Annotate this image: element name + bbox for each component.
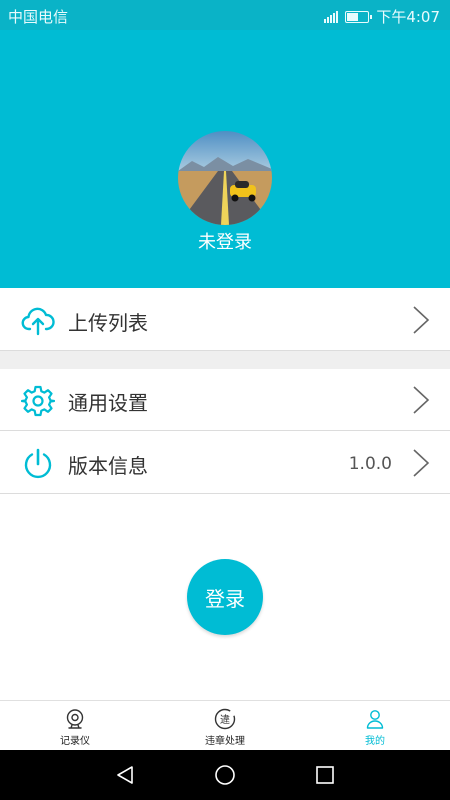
gear-icon bbox=[21, 385, 55, 417]
tab-label: 我的 bbox=[365, 736, 385, 747]
menu-item-upload-list[interactable]: 上传列表 bbox=[0, 289, 450, 351]
menu-item-label: 上传列表 bbox=[68, 311, 148, 335]
menu-item-version-info[interactable]: 版本信息 1.0.0 bbox=[0, 432, 450, 494]
chevron-right-icon bbox=[413, 386, 430, 414]
chevron-right-icon bbox=[413, 306, 430, 334]
signal-icon bbox=[324, 10, 339, 23]
status-icons: 下午4:07 bbox=[324, 6, 440, 27]
power-icon bbox=[24, 448, 52, 479]
login-button[interactable]: 登录 bbox=[187, 559, 263, 635]
chevron-right-icon bbox=[413, 449, 430, 477]
dashcam-icon bbox=[66, 709, 84, 729]
svg-text:違: 違 bbox=[220, 713, 230, 726]
menu-item-general-settings[interactable]: 通用设置 bbox=[0, 369, 450, 431]
cloud-upload-icon bbox=[21, 307, 55, 336]
recents-icon[interactable] bbox=[314, 764, 336, 786]
tab-bar: 记录仪 違 违章处理 我的 bbox=[0, 700, 450, 750]
profile-header: 未登录 bbox=[0, 30, 450, 288]
avatar[interactable] bbox=[178, 131, 272, 225]
clock: 下午4:07 bbox=[376, 8, 440, 26]
login-status-text[interactable]: 未登录 bbox=[0, 228, 450, 254]
back-icon[interactable] bbox=[114, 764, 136, 786]
section-divider bbox=[0, 351, 450, 369]
tab-violation[interactable]: 違 违章处理 bbox=[150, 701, 300, 751]
tab-mine[interactable]: 我的 bbox=[300, 701, 450, 751]
system-nav-bar bbox=[0, 750, 450, 800]
home-icon[interactable] bbox=[214, 764, 236, 786]
carrier-name: 中国电信 bbox=[8, 8, 69, 26]
battery-icon bbox=[345, 10, 373, 23]
tab-label: 违章处理 bbox=[205, 736, 245, 747]
menu-item-label: 版本信息 bbox=[68, 454, 148, 478]
status-bar: 中国电信 下午4:07 bbox=[0, 0, 450, 30]
version-number: 1.0.0 bbox=[348, 454, 392, 474]
menu-item-label: 通用设置 bbox=[68, 391, 148, 415]
person-icon bbox=[366, 710, 384, 729]
violation-icon: 違 bbox=[214, 708, 236, 730]
tab-label: 记录仪 bbox=[60, 736, 90, 747]
tab-dashcam[interactable]: 记录仪 bbox=[0, 701, 150, 751]
